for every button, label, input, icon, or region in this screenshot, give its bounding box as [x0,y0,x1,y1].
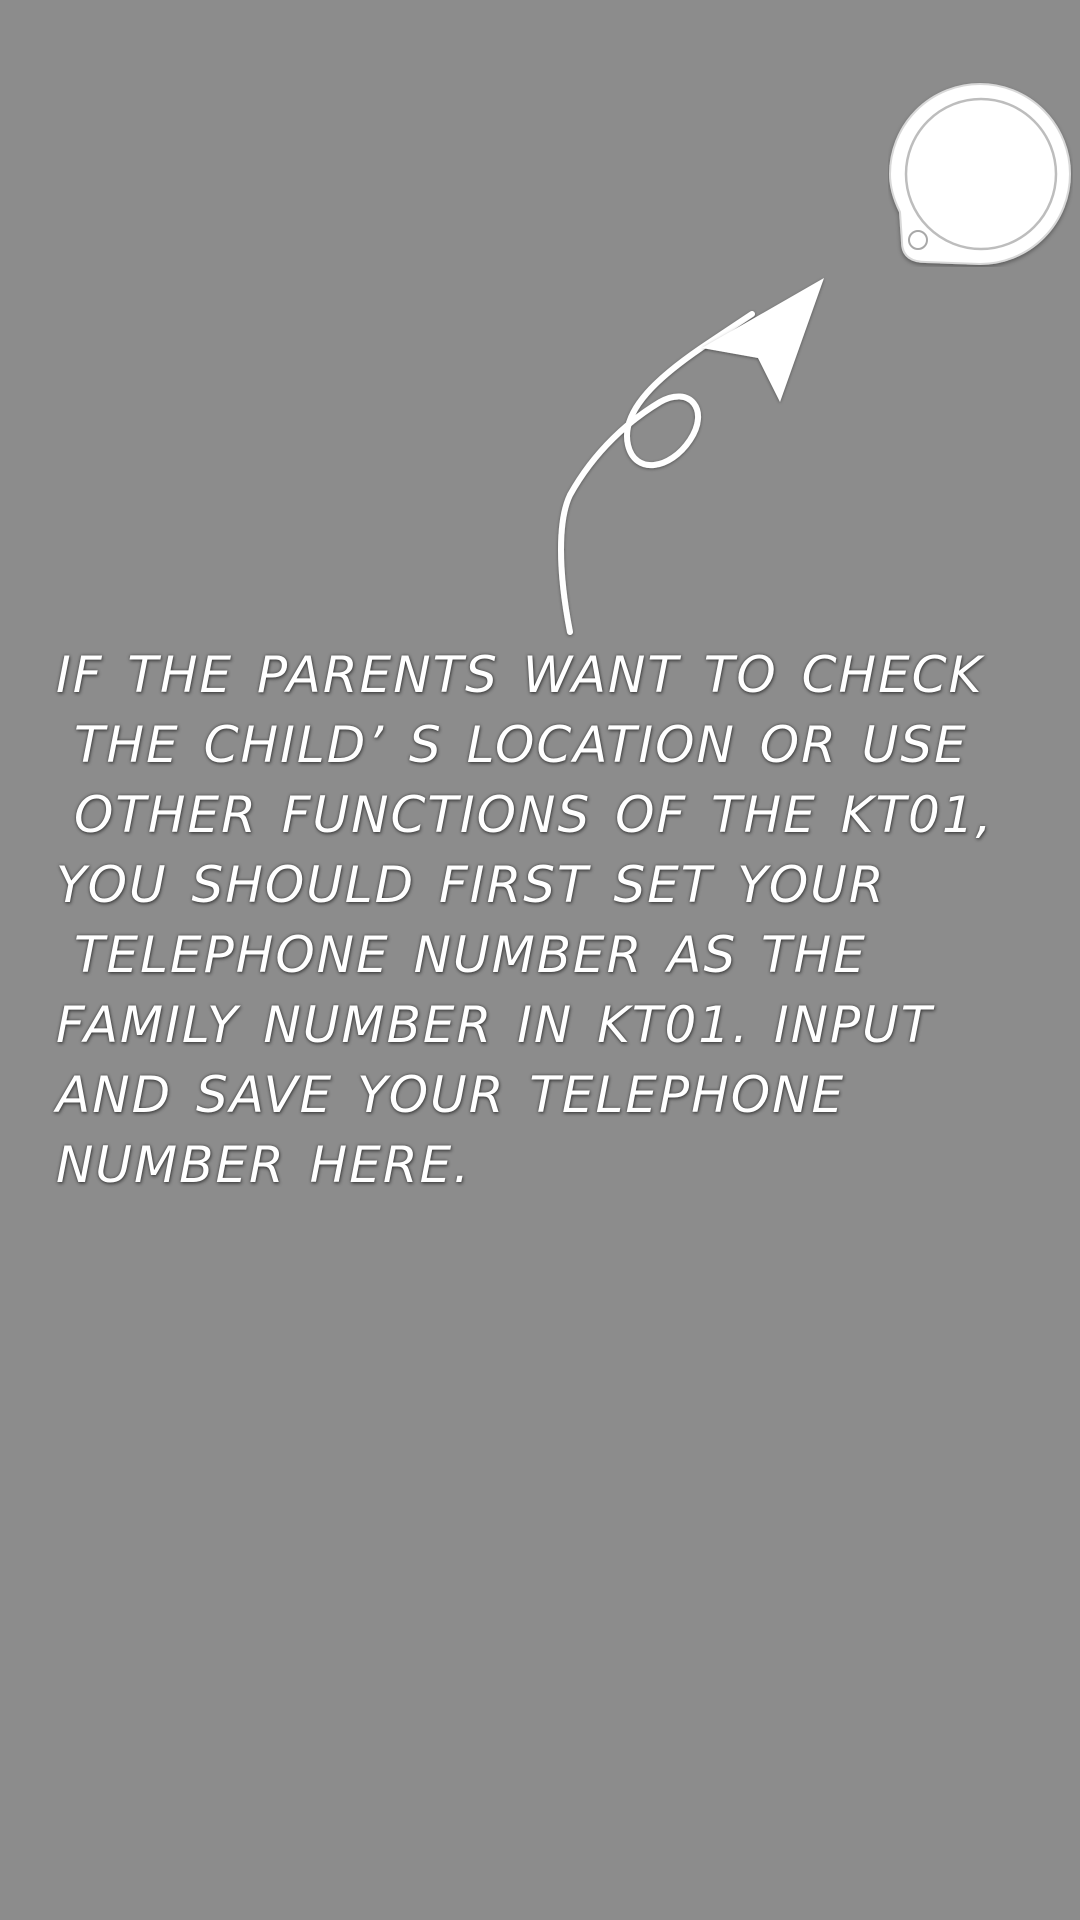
chat-bubble-highlight-icon[interactable] [888,82,1073,267]
curly-arrow-icon [540,270,840,640]
guide-line: AND SAVE YOUR TELEPHONE [56,1066,846,1124]
guide-line: OTHER FUNCTIONS OF THE KT01, [74,786,994,844]
guide-line: IF THE PARENTS WANT TO CHECK [56,646,984,704]
guide-line: YOU SHOULD FIRST SET YOUR [56,856,886,914]
guide-line: THE CHILD’ S LOCATION OR USE [74,716,968,774]
guide-line: FAMILY NUMBER IN KT01. INPUT [56,996,934,1054]
tutorial-overlay[interactable]: IF THE PARENTS WANT TO CHECK THE CHILD’ … [0,0,1080,1920]
guide-line: TELEPHONE NUMBER AS THE [74,926,867,984]
guide-text: IF THE PARENTS WANT TO CHECK THE CHILD’ … [56,640,1036,1200]
guide-line: NUMBER HERE. [56,1136,472,1194]
